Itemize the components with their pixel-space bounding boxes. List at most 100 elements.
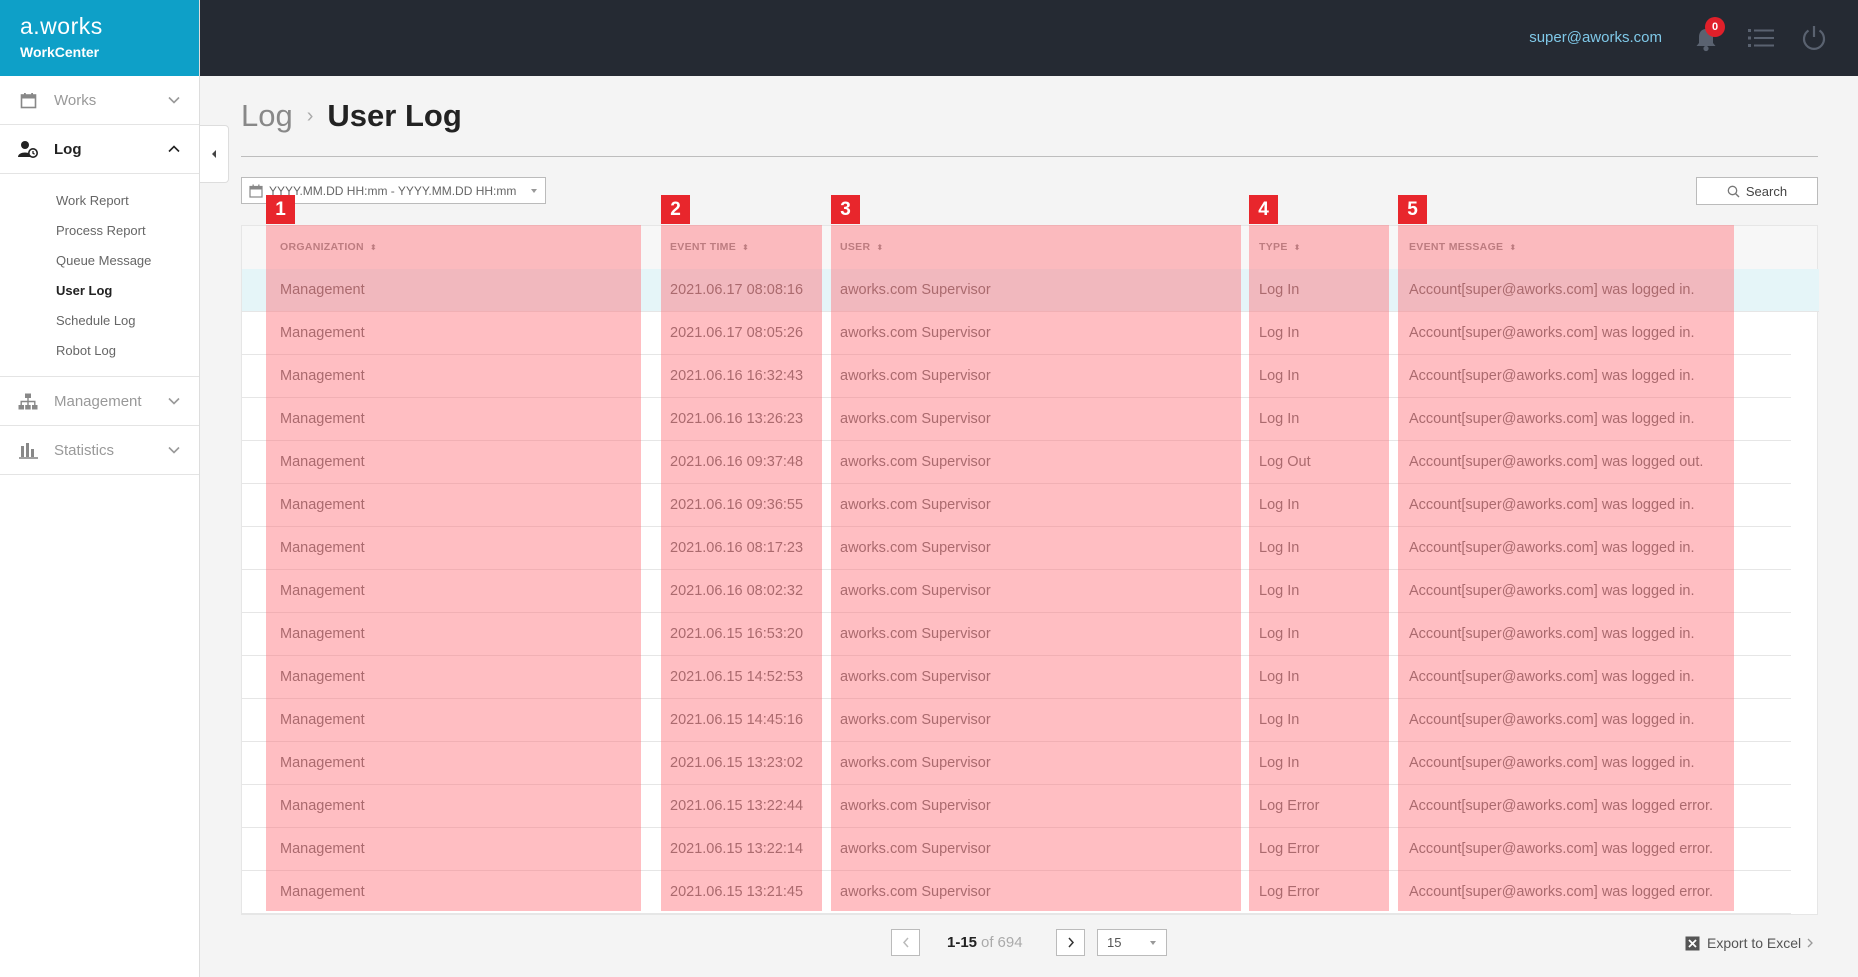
chevron-down-icon (168, 96, 180, 104)
breadcrumb-parent[interactable]: Log (241, 98, 293, 134)
date-range-placeholder: YYYY.MM.DD HH:mm - YYYY.MM.DD HH:mm (269, 183, 517, 198)
table-cell: Management (280, 755, 365, 771)
bar-chart-icon (18, 440, 38, 460)
page-info: 1-15 of 694 (947, 934, 1023, 951)
annotation-marker: 1 (266, 195, 295, 224)
sort-icon: ⬍ (876, 243, 884, 252)
column-header-label: EVENT MESSAGE (1409, 241, 1504, 253)
brand-logo: a.works (20, 13, 103, 39)
table-cell: aworks.com Supervisor (840, 368, 991, 384)
user-log-table: ORGANIZATION ⬍ EVENT TIME ⬍ USER ⬍ TYPE ⬍ EV… (241, 225, 1819, 915)
table-cell: aworks.com Supervisor (840, 454, 991, 470)
table-cell: 2021.06.15 13:23:02 (670, 755, 804, 771)
table-row[interactable]: Management 2021.06.16 16:32:43 aworks.com … (242, 355, 1791, 398)
export-to-excel-button[interactable]: Export to Excel (1685, 935, 1814, 951)
table-row[interactable]: Management 2021.06.15 16:53:20 aworks.com … (242, 613, 1791, 656)
table-cell: Log Error (1259, 841, 1320, 857)
sort-icon: ⬍ (742, 243, 750, 252)
column-header-event-message[interactable]: EVENT MESSAGE ⬍ (1409, 226, 1516, 269)
table-cell: 2021.06.17 08:08:16 (670, 282, 804, 298)
sidebar-item-management[interactable]: Management (0, 377, 199, 426)
next-page-button[interactable] (1056, 929, 1085, 956)
annotation-marker: 5 (1398, 195, 1427, 224)
table-row[interactable]: Management 2021.06.15 13:22:44 aworks.com … (242, 785, 1791, 828)
table-cell: Management (280, 325, 365, 341)
column-header-event-time[interactable]: EVENT TIME ⬍ (670, 226, 749, 269)
table-cell: 2021.06.15 13:21:45 (670, 884, 804, 900)
search-button[interactable]: Search (1696, 177, 1818, 205)
table-cell: 2021.06.15 14:52:53 (670, 669, 804, 685)
table-row[interactable]: Management 2021.06.16 08:17:23 aworks.com … (242, 527, 1791, 570)
list-icon[interactable] (1748, 27, 1774, 49)
table-cell: aworks.com Supervisor (840, 712, 991, 728)
calendar-icon (249, 184, 263, 198)
power-icon[interactable] (1800, 24, 1828, 52)
table-cell: Management (280, 540, 365, 556)
table-row[interactable]: Management 2021.06.16 08:02:32 aworks.com … (242, 570, 1791, 613)
page-range: 1-15 (947, 934, 978, 951)
submenu-process-report[interactable]: Process Report (56, 216, 199, 246)
table-cell: Account[super@aworks.com] was logged in. (1409, 755, 1695, 771)
table-cell: Account[super@aworks.com] was logged err… (1409, 798, 1714, 814)
table-cell: Account[super@aworks.com] was logged in. (1409, 325, 1695, 341)
table-cell: Log In (1259, 368, 1300, 384)
table-cell: aworks.com Supervisor (840, 884, 991, 900)
table-cell: 2021.06.17 08:05:26 (670, 325, 804, 341)
table-cell: Account[super@aworks.com] was logged err… (1409, 841, 1714, 857)
submenu-queue-message[interactable]: Queue Message (56, 246, 199, 276)
prev-page-button[interactable] (891, 929, 920, 956)
table-row[interactable]: Management 2021.06.16 09:36:55 aworks.com … (242, 484, 1791, 527)
table-cell: 2021.06.15 13:22:14 (670, 841, 804, 857)
submenu-work-report[interactable]: Work Report (56, 186, 199, 216)
table-cell: Log Error (1259, 798, 1320, 814)
column-header-type[interactable]: TYPE ⬍ (1259, 226, 1301, 269)
column-header-label: USER (840, 241, 871, 253)
table-row[interactable]: Management 2021.06.15 14:52:53 aworks.com … (242, 656, 1791, 699)
breadcrumb: Log › User Log (241, 98, 462, 134)
table-row[interactable]: Management 2021.06.15 13:21:45 aworks.com … (242, 871, 1791, 914)
user-email[interactable]: super@aworks.com (1529, 29, 1662, 46)
table-cell: aworks.com Supervisor (840, 540, 991, 556)
sidebar-item-log[interactable]: Log (0, 125, 199, 174)
sidebar-collapse-button[interactable] (200, 125, 229, 183)
table-cell: Account[super@aworks.com] was logged out… (1409, 454, 1704, 470)
table-cell: Management (280, 368, 365, 384)
sidebar: a.works WorkCenter Works Log Work Report… (0, 0, 200, 977)
table-cell: Log In (1259, 583, 1300, 599)
sidebar-item-works[interactable]: Works (0, 76, 199, 125)
chevron-up-icon (168, 145, 180, 153)
table-row[interactable]: Management 2021.06.15 13:23:02 aworks.com … (242, 742, 1791, 785)
table-row[interactable]: Management 2021.06.17 08:05:26 aworks.com … (242, 312, 1791, 355)
table-cell: Log Error (1259, 884, 1320, 900)
page-size-select[interactable]: 15 (1097, 929, 1167, 956)
table-row[interactable]: Management 2021.06.17 08:08:16 aworks.com … (242, 269, 1819, 312)
table-row[interactable]: Management 2021.06.15 14:45:16 aworks.com … (242, 699, 1791, 742)
table-cell: Account[super@aworks.com] was logged in. (1409, 497, 1695, 513)
calendar-icon (18, 90, 38, 110)
breadcrumb-separator: › (306, 104, 314, 127)
table-row[interactable]: Management 2021.06.16 09:37:48 aworks.com … (242, 441, 1791, 484)
column-header-organization[interactable]: ORGANIZATION ⬍ (280, 226, 377, 269)
brand-subtitle: WorkCenter (20, 44, 100, 60)
table-cell: 2021.06.16 16:32:43 (670, 368, 804, 384)
table-cell: Log In (1259, 626, 1300, 642)
table-cell: Account[super@aworks.com] was logged err… (1409, 884, 1714, 900)
table-cell: Log In (1259, 755, 1300, 771)
table-cell: 2021.06.16 09:36:55 (670, 497, 804, 513)
table-cell: Log In (1259, 712, 1300, 728)
table-cell: Management (280, 411, 365, 427)
column-header-user[interactable]: USER ⬍ (840, 226, 883, 269)
page-of: of (981, 934, 994, 951)
submenu-schedule-log[interactable]: Schedule Log (56, 306, 199, 336)
submenu-robot-log[interactable]: Robot Log (56, 336, 199, 366)
sort-icon: ⬍ (369, 243, 377, 252)
chevron-right-icon (1807, 938, 1814, 948)
table-cell: Log In (1259, 669, 1300, 685)
export-label: Export to Excel (1707, 935, 1802, 951)
table-row[interactable]: Management 2021.06.16 13:26:23 aworks.com … (242, 398, 1791, 441)
submenu-user-log[interactable]: User Log (56, 276, 199, 306)
table-row[interactable]: Management 2021.06.15 13:22:14 aworks.com … (242, 828, 1791, 871)
sidebar-item-statistics[interactable]: Statistics (0, 426, 199, 475)
brand-header[interactable]: a.works WorkCenter (0, 0, 199, 76)
table-cell: aworks.com Supervisor (840, 841, 991, 857)
